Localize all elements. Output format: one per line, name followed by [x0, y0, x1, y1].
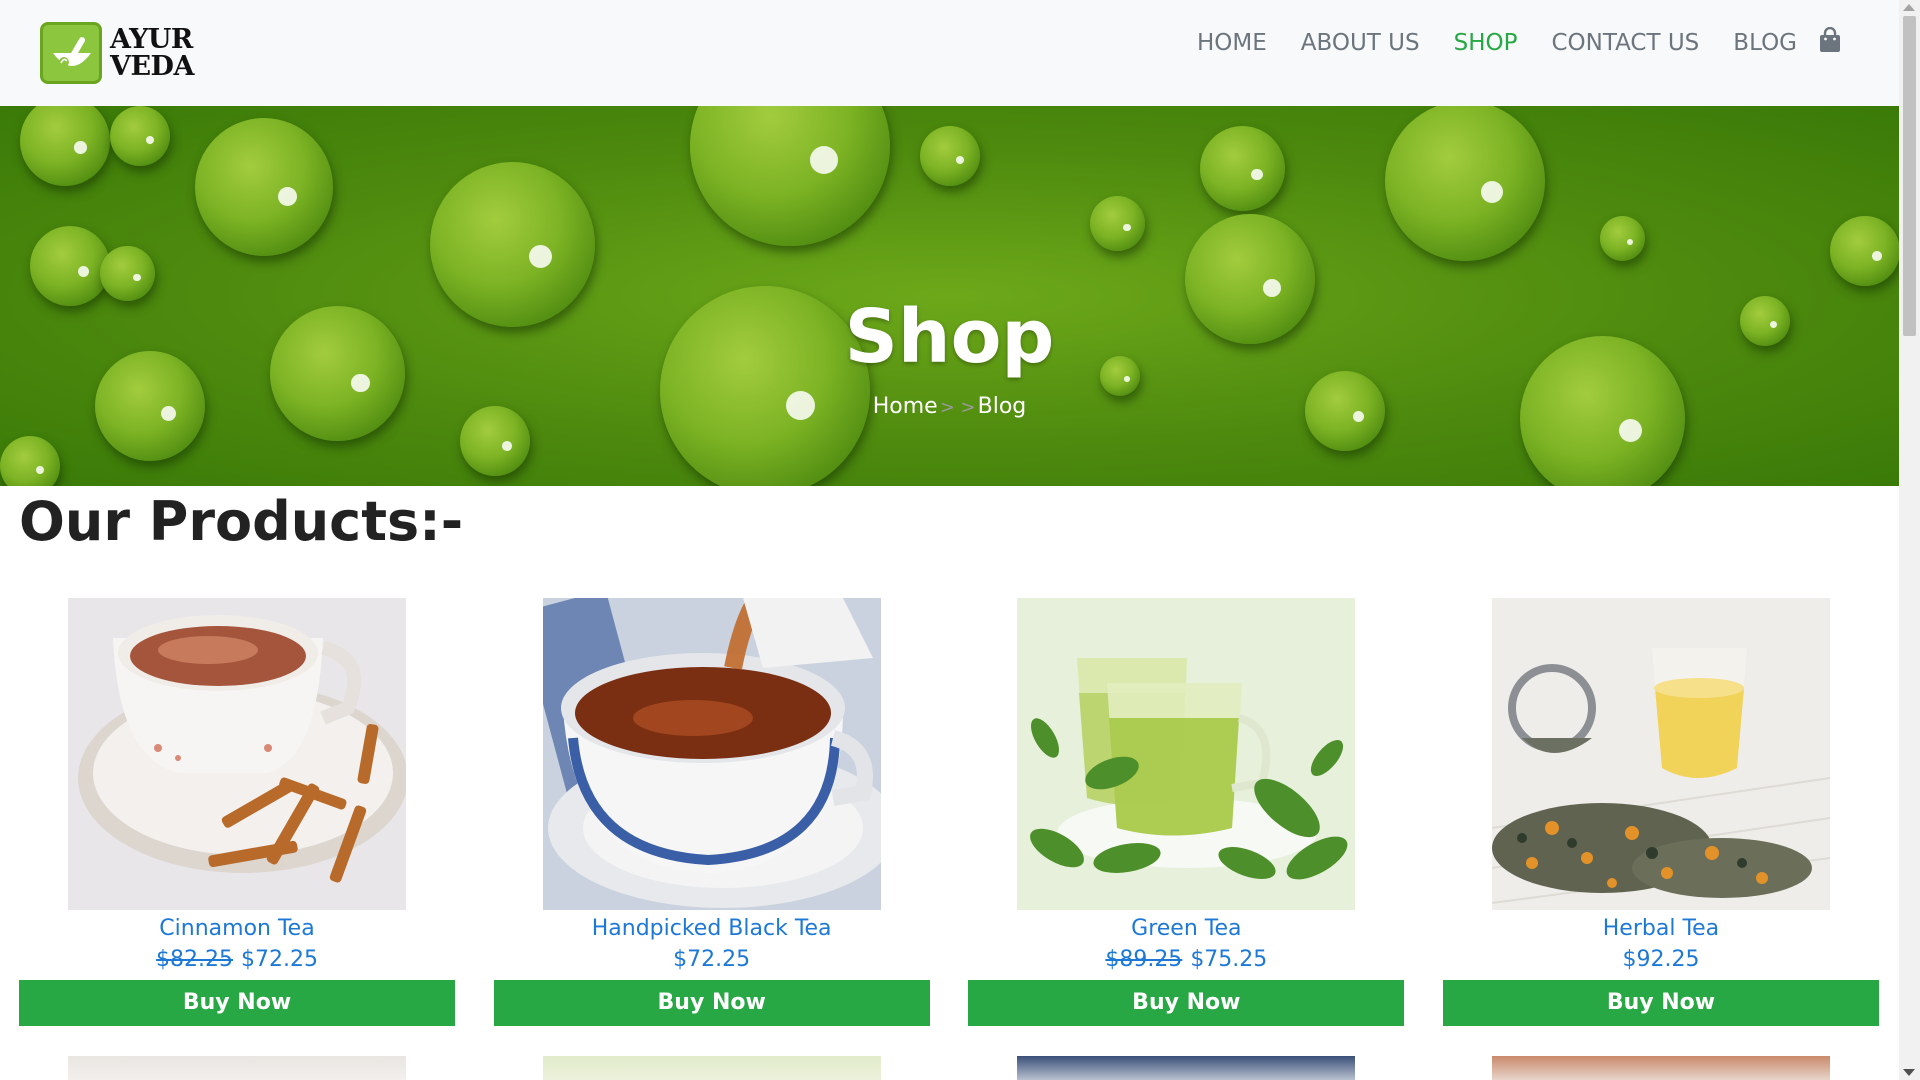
- water-drop: [1600, 216, 1645, 261]
- product-image[interactable]: [542, 1056, 881, 1080]
- brand-logo[interactable]: AYUR VEDA: [40, 22, 194, 84]
- scroll-down-arrow-icon[interactable]: [1903, 1069, 1915, 1076]
- green-tea-image[interactable]: [1017, 598, 1356, 910]
- price-row: $92.25: [1443, 944, 1879, 976]
- brand-wordmark: AYUR VEDA: [110, 26, 194, 80]
- product-name[interactable]: Cinnamon Tea: [19, 914, 455, 944]
- next-product-row: [19, 1056, 1879, 1080]
- product-name[interactable]: Herbal Tea: [1443, 914, 1879, 944]
- product-image[interactable]: [1491, 1056, 1830, 1080]
- water-drop: [100, 246, 155, 301]
- page-scrollbar[interactable]: [1899, 0, 1920, 1080]
- nav-contact-us[interactable]: CONTACT US: [1551, 26, 1699, 60]
- breadcrumb-separator: > >: [939, 397, 976, 418]
- site-header: AYUR VEDA HOME ABOUT US SHOP CONTACT US …: [0, 0, 1899, 106]
- breadcrumb: Home > >Blog: [0, 394, 1899, 419]
- water-drop: [1830, 216, 1899, 286]
- herbal-tea-image[interactable]: [1491, 598, 1830, 910]
- nav-shop[interactable]: SHOP: [1454, 26, 1518, 60]
- product-name[interactable]: Handpicked Black Tea: [494, 914, 930, 944]
- product-card: Cinnamon Tea $82.25 $72.25 Buy Now: [19, 598, 455, 1026]
- product-image[interactable]: [68, 1056, 406, 1080]
- buy-now-button[interactable]: Buy Now: [1442, 980, 1879, 1026]
- nav-about-us[interactable]: ABOUT US: [1301, 26, 1420, 60]
- hero-banner: Shop Home > >Blog: [0, 106, 1899, 486]
- black-tea-image[interactable]: [542, 598, 881, 910]
- water-drop: [1385, 106, 1545, 261]
- water-drop: [920, 126, 980, 186]
- sale-price: $92.25: [1622, 947, 1700, 972]
- sale-price: $72.25: [673, 947, 751, 972]
- price-row: $89.25 $75.25: [968, 944, 1404, 976]
- nav-home[interactable]: HOME: [1197, 26, 1267, 60]
- water-drop: [1200, 126, 1285, 211]
- water-drop: [1090, 196, 1145, 251]
- main-nav: HOME ABOUT US SHOP CONTACT US BLOG: [1163, 26, 1841, 60]
- water-drop: [110, 106, 170, 166]
- water-drop: [0, 436, 60, 486]
- buy-now-button[interactable]: Buy Now: [19, 980, 455, 1026]
- breadcrumb-home[interactable]: Home: [873, 394, 938, 419]
- product-image[interactable]: [1017, 1056, 1356, 1080]
- water-drop: [690, 106, 890, 246]
- brand-line-2: VEDA: [110, 51, 194, 82]
- product-card: Handpicked Black Tea $72.25 Buy Now: [493, 598, 930, 1026]
- water-drop: [20, 106, 110, 186]
- mortar-pestle-icon: [40, 22, 102, 84]
- original-price: $82.25: [156, 947, 233, 972]
- shopping-bag-icon[interactable]: [1819, 26, 1841, 53]
- section-heading: Our Products:-: [19, 490, 464, 553]
- buy-now-button[interactable]: Buy Now: [493, 980, 930, 1026]
- brand-line-1: AYUR: [110, 24, 193, 55]
- product-card: Green Tea $89.25 $75.25 Buy Now: [968, 598, 1405, 1026]
- breadcrumb-current: Blog: [977, 394, 1027, 419]
- cinnamon-tea-image[interactable]: [68, 598, 406, 910]
- product-grid: Cinnamon Tea $82.25 $72.25 Buy Now Handp…: [19, 598, 1879, 1026]
- page-title: Shop: [844, 294, 1055, 380]
- product-name[interactable]: Green Tea: [968, 914, 1404, 944]
- price-row: $72.25: [494, 944, 930, 976]
- product-card: Herbal Tea $92.25 Buy Now: [1442, 598, 1879, 1026]
- scroll-up-arrow-icon[interactable]: [1903, 4, 1915, 11]
- price-row: $82.25 $72.25: [19, 944, 455, 976]
- original-price: $89.25: [1105, 947, 1183, 972]
- buy-now-button[interactable]: Buy Now: [968, 980, 1405, 1026]
- nav-blog[interactable]: BLOG: [1733, 26, 1797, 60]
- scrollbar-thumb[interactable]: [1903, 16, 1916, 336]
- sale-price: $72.25: [241, 947, 318, 972]
- sale-price: $75.25: [1190, 947, 1268, 972]
- water-drop: [195, 118, 333, 256]
